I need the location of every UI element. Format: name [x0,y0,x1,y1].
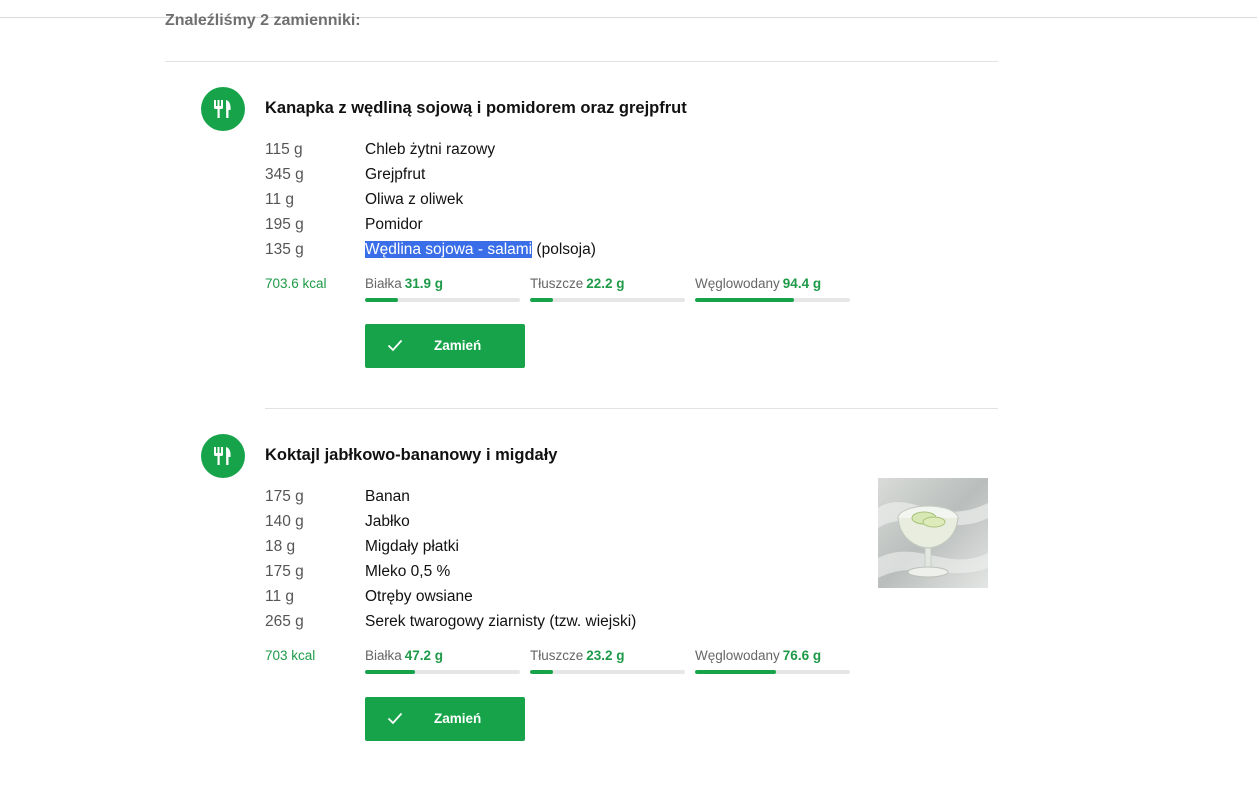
macro-progress-fill [695,298,795,302]
ingredient-name: Oliwa z oliwek [365,191,464,208]
macro-value: 94.4 g [782,276,822,291]
ingredient-name: Wędlina sojowa - salami (polsoja) [365,237,596,262]
ingredient-row: 175 g Mleko 0,5 % [265,559,636,584]
ingredient-row: 18 g Migdały płatki [265,534,636,559]
macro-value: 47.2 g [404,648,444,663]
meal-title: Koktajl jabłkowo-bananowy i migdały [265,446,558,464]
ingredient-row: 345 g Grejpfrut [265,162,596,187]
ingredient-amount: 140 g [265,513,304,530]
ingredient-amount: 135 g [265,241,304,258]
swap-button-label: Zamień [434,338,482,353]
macro-progress-bar [530,298,685,302]
macro-progress-fill [530,670,554,674]
ingredient-name: Serek twarogowy ziarnisty (tzw. wiejski) [365,613,637,630]
selected-text: Wędlina sojowa - salami [365,241,533,258]
macro-progress-fill [365,298,398,302]
ingredient-name: Migdały płatki [365,538,459,555]
macro-label: Tłuszcze [530,276,584,291]
ingredient-name: Otręby owsiane [365,588,473,605]
results-heading: Znaleźliśmy 2 zamienniki: [165,12,361,29]
ingredient-row: 11 g Oliwa z oliwek [265,187,596,212]
ingredient-name: Banan [365,488,410,505]
ingredient-name: Grejpfrut [365,166,426,183]
ingredient-name: Pomidor [365,216,423,233]
check-icon [387,710,403,729]
ingredient-row: 135 g Wędlina sojowa - salami (polsoja) [265,237,596,262]
macro-label: Tłuszcze [530,648,584,663]
ingredient-row: 265 g Serek twarogowy ziarnisty (tzw. wi… [265,609,636,634]
swap-button[interactable]: Zamień [365,324,525,368]
swap-button[interactable]: Zamień [365,697,525,741]
cutlery-icon [201,87,245,131]
ingredient-row: 140 g Jabłko [265,509,636,534]
cutlery-icon [201,434,245,478]
ingredient-amount: 11 g [265,588,295,605]
macro-fat: Tłuszcze 22.2 g [530,276,685,302]
macro-label: Białka [365,648,402,663]
macro-value: 31.9 g [404,276,444,291]
ingredient-amount: 115 g [265,141,303,158]
ingredient-list: 175 g Banan 140 g Jabłko 18 g Migdały pł… [265,484,636,634]
divider [265,408,998,409]
ingredient-name: Chleb żytni razowy [365,141,496,158]
macro-value: 76.6 g [782,648,822,663]
ingredient-amount: 195 g [265,216,304,233]
macro-progress-fill [695,670,776,674]
ingredient-row: 195 g Pomidor [265,212,596,237]
macro-progress-bar [695,298,850,302]
macro-protein: Białka 31.9 g [365,276,520,302]
macro-fat: Tłuszcze 23.2 g [530,648,685,674]
check-icon [387,337,403,356]
kcal-value: 703 kcal [265,648,316,663]
ingredient-name: Jabłko [365,513,410,530]
macro-progress-fill [365,670,415,674]
ingredient-name-rest: (polsoja) [532,241,596,258]
ingredient-list: 115 g Chleb żytni razowy 345 g Grejpfrut… [265,137,596,262]
ingredient-amount: 345 g [265,166,304,183]
ingredient-amount: 18 g [265,538,296,555]
macro-protein: Białka 47.2 g [365,648,520,674]
ingredient-amount: 11 g [265,191,295,208]
macro-progress-bar [695,670,850,674]
macro-carbs: Węglowodany 76.6 g [695,648,850,674]
meal-title: Kanapka z wędliną sojową i pomidorem ora… [265,99,687,117]
macro-progress-bar [365,670,520,674]
macro-progress-bar [365,298,520,302]
macro-value: 23.2 g [586,648,625,663]
ingredient-row: 11 g Otręby owsiane [265,584,636,609]
ingredient-row: 115 g Chleb żytni razowy [265,137,596,162]
macro-label: Węglowodany [695,648,780,663]
macro-progress-bar [530,670,685,674]
macro-progress-fill [530,298,554,302]
macro-value: 22.2 g [586,276,625,291]
ingredient-amount: 265 g [265,613,304,630]
kcal-value: 703.6 kcal [265,276,327,291]
smoothie-glass-photo [878,478,988,588]
ingredient-amount: 175 g [265,563,304,580]
macro-carbs: Węglowodany 94.4 g [695,276,850,302]
ingredient-row: 175 g Banan [265,484,636,509]
macro-label: Białka [365,276,402,291]
swap-button-label: Zamień [434,711,482,726]
ingredient-name: Mleko 0,5 % [365,563,451,580]
divider [165,61,998,62]
ingredient-amount: 175 g [265,488,304,505]
macro-label: Węglowodany [695,276,780,291]
